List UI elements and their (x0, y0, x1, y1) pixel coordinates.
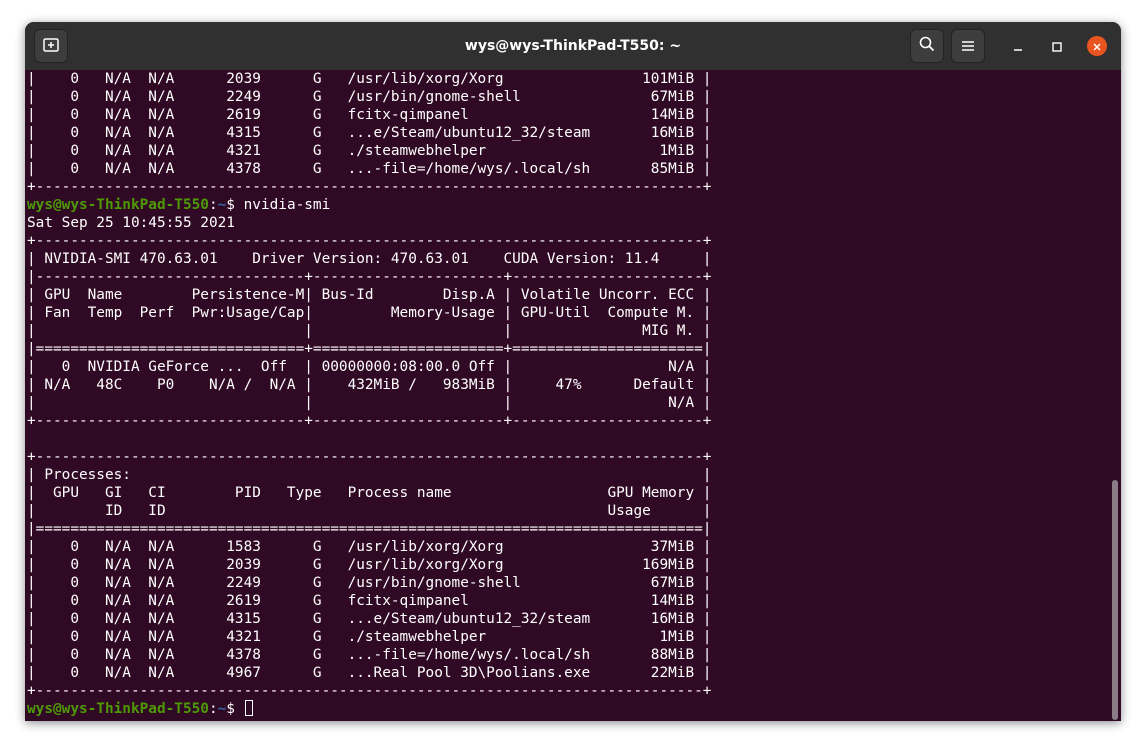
prompt-user-host: wys@wys-ThinkPad-T550 (27, 701, 209, 717)
maximize-icon (1052, 37, 1062, 56)
terminal-lines: | 0 N/A N/A 2039 G /usr/lib/xorg/Xorg 10… (27, 70, 711, 718)
output-line: | 0 N/A N/A 2039 G /usr/lib/xorg/Xorg 10… (27, 71, 712, 87)
output-line: | | | MIG M. | (27, 323, 712, 339)
text-cursor[interactable] (244, 700, 253, 716)
output-line: +---------------------------------------… (27, 233, 712, 249)
terminal-output[interactable]: | 0 N/A N/A 2039 G /usr/lib/xorg/Xorg 10… (25, 70, 1121, 721)
prompt-path: ~ (217, 197, 227, 213)
output-line: | 0 N/A N/A 4315 G ...e/Steam/ubuntu12_3… (27, 611, 712, 627)
output-line: | Fan Temp Perf Pwr:Usage/Cap| Memory-Us… (27, 305, 712, 321)
output-line: | 0 N/A N/A 4321 G ./steamwebhelper 1MiB… (27, 143, 712, 159)
output-line: | 0 N/A N/A 4315 G ...e/Steam/ubuntu12_3… (27, 125, 712, 141)
output-line: | 0 N/A N/A 4378 G ...-file=/home/wys/.l… (27, 161, 712, 177)
output-line: |=======================================… (27, 521, 712, 537)
menu-button[interactable] (951, 29, 985, 63)
output-line: +---------------------------------------… (27, 179, 712, 195)
output-line: +---------------------------------------… (27, 449, 712, 465)
maximize-button[interactable] (1047, 36, 1067, 56)
terminal-window: wys@wys-ThinkPad-T550: ~ | 0 N/A N/A 203… (25, 22, 1121, 721)
prompt-separator: : (208, 197, 218, 213)
output-line: | 0 N/A N/A 4321 G ./steamwebhelper 1MiB… (27, 629, 712, 645)
output-line: | GPU GI CI PID Type Process name GPU Me… (27, 485, 712, 501)
minimize-icon (1013, 37, 1023, 56)
output-line: +---------------------------------------… (27, 683, 712, 699)
prompt-line: wys@wys-ThinkPad-T550:~$ nvidia-smi (27, 196, 711, 214)
title-bar[interactable]: wys@wys-ThinkPad-T550: ~ (25, 22, 1121, 70)
minimize-button[interactable] (1008, 36, 1028, 56)
hamburger-menu-icon (961, 37, 975, 56)
output-line: Sat Sep 25 10:45:55 2021 (27, 215, 235, 231)
output-line: | 0 N/A N/A 2039 G /usr/lib/xorg/Xorg 16… (27, 557, 712, 573)
output-line: | 0 N/A N/A 2249 G /usr/bin/gnome-shell … (27, 89, 712, 105)
output-line: | 0 N/A N/A 4378 G ...-file=/home/wys/.l… (27, 647, 712, 663)
close-icon (1092, 37, 1102, 56)
prompt-user-host: wys@wys-ThinkPad-T550 (27, 197, 209, 213)
prompt-symbol: $ (226, 197, 244, 213)
output-line: | 0 N/A N/A 2249 G /usr/bin/gnome-shell … (27, 575, 712, 591)
command-text: nvidia-smi (243, 197, 331, 213)
output-line: | NVIDIA-SMI 470.63.01 Driver Version: 4… (27, 251, 712, 267)
output-line: | 0 N/A N/A 4967 G ...Real Pool 3D\Pooli… (27, 665, 712, 681)
output-line: | GPU Name Persistence-M| Bus-Id Disp.A … (27, 287, 712, 303)
prompt-path: ~ (217, 701, 227, 717)
output-line: | 0 N/A N/A 2619 G fcitx-qimpanel 14MiB … (27, 107, 712, 123)
close-button[interactable] (1087, 36, 1107, 56)
output-line: | ID ID Usage | (27, 503, 712, 519)
output-line: +-------------------------------+-------… (27, 413, 712, 429)
scrollbar[interactable] (1112, 480, 1118, 720)
search-button[interactable] (910, 29, 944, 63)
search-icon (919, 36, 935, 56)
output-line: | 0 N/A N/A 1583 G /usr/lib/xorg/Xorg 37… (27, 539, 712, 555)
output-line: | 0 NVIDIA GeForce ... Off | 00000000:08… (27, 359, 712, 375)
output-line: | N/A 48C P0 N/A / N/A | 432MiB / 983MiB… (27, 377, 712, 393)
prompt-line: wys@wys-ThinkPad-T550:~$ (27, 700, 711, 718)
output-line: |-------------------------------+-------… (27, 269, 712, 285)
output-line: | Processes: | (27, 467, 712, 483)
output-line: |===============================+=======… (27, 341, 712, 357)
output-line: | 0 N/A N/A 2619 G fcitx-qimpanel 14MiB … (27, 593, 712, 609)
output-line: | | | N/A | (27, 395, 712, 411)
prompt-separator: : (208, 701, 218, 717)
prompt-symbol: $ (226, 701, 244, 717)
